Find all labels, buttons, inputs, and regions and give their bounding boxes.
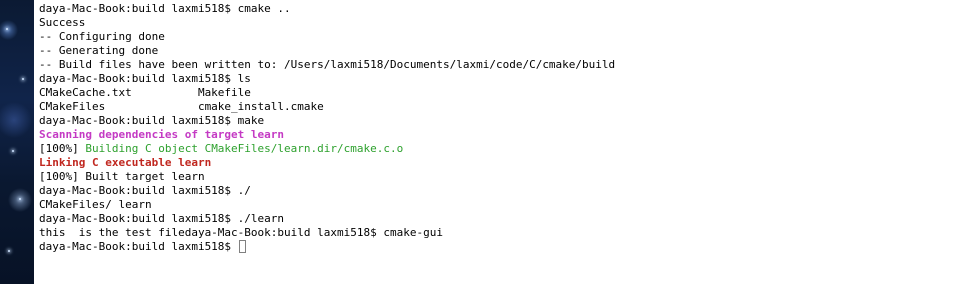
terminal-line: Success	[39, 16, 86, 29]
star-decoration	[12, 150, 14, 152]
building-object-line: [100%] Building C object CMakeFiles/lear…	[39, 142, 954, 156]
text-cursor[interactable]	[238, 240, 246, 253]
star-decoration	[22, 78, 24, 80]
desktop-background	[0, 0, 34, 284]
terminal-line: -- Generating done	[39, 44, 159, 57]
terminal-line: CMakeCache.txt Makefile	[39, 86, 251, 99]
progress-prefix: [100%]	[39, 142, 86, 155]
terminal-line: daya-Mac-Book:build laxmi518$ ls	[39, 72, 251, 85]
star-decoration	[19, 198, 21, 200]
scanning-dependencies-line: Scanning dependencies of target learn	[39, 128, 285, 141]
terminal-line: [100%] Built target learn	[39, 170, 205, 183]
terminal-window[interactable]: daya-Mac-Book:build laxmi518$ cmake .. S…	[34, 0, 954, 284]
terminal-line: daya-Mac-Book:build laxmi518$ cmake ..	[39, 2, 291, 15]
terminal-line: daya-Mac-Book:build laxmi518$ ./learn	[39, 212, 285, 225]
terminal-line: daya-Mac-Book:build laxmi518$ make	[39, 114, 265, 127]
star-decoration	[6, 28, 8, 30]
building-object-text: Building C object CMakeFiles/learn.dir/c…	[85, 142, 404, 155]
terminal-line: this is the test filedaya-Mac-Book:build…	[39, 226, 443, 239]
terminal-line: daya-Mac-Book:build laxmi518$ ./	[39, 184, 251, 197]
terminal-line: CMakeFiles cmake_install.cmake	[39, 100, 324, 113]
prompt-line[interactable]: daya-Mac-Book:build laxmi518$	[39, 240, 954, 254]
terminal-line: CMakeFiles/ learn	[39, 198, 152, 211]
shell-prompt: daya-Mac-Book:build laxmi518$	[39, 240, 238, 253]
terminal-line: -- Configuring done	[39, 30, 165, 43]
terminal-line: -- Build files have been written to: /Us…	[39, 58, 616, 71]
screen: daya-Mac-Book:build laxmi518$ cmake .. S…	[0, 0, 954, 284]
star-decoration	[8, 250, 10, 252]
linking-executable-line: Linking C executable learn	[39, 156, 212, 169]
